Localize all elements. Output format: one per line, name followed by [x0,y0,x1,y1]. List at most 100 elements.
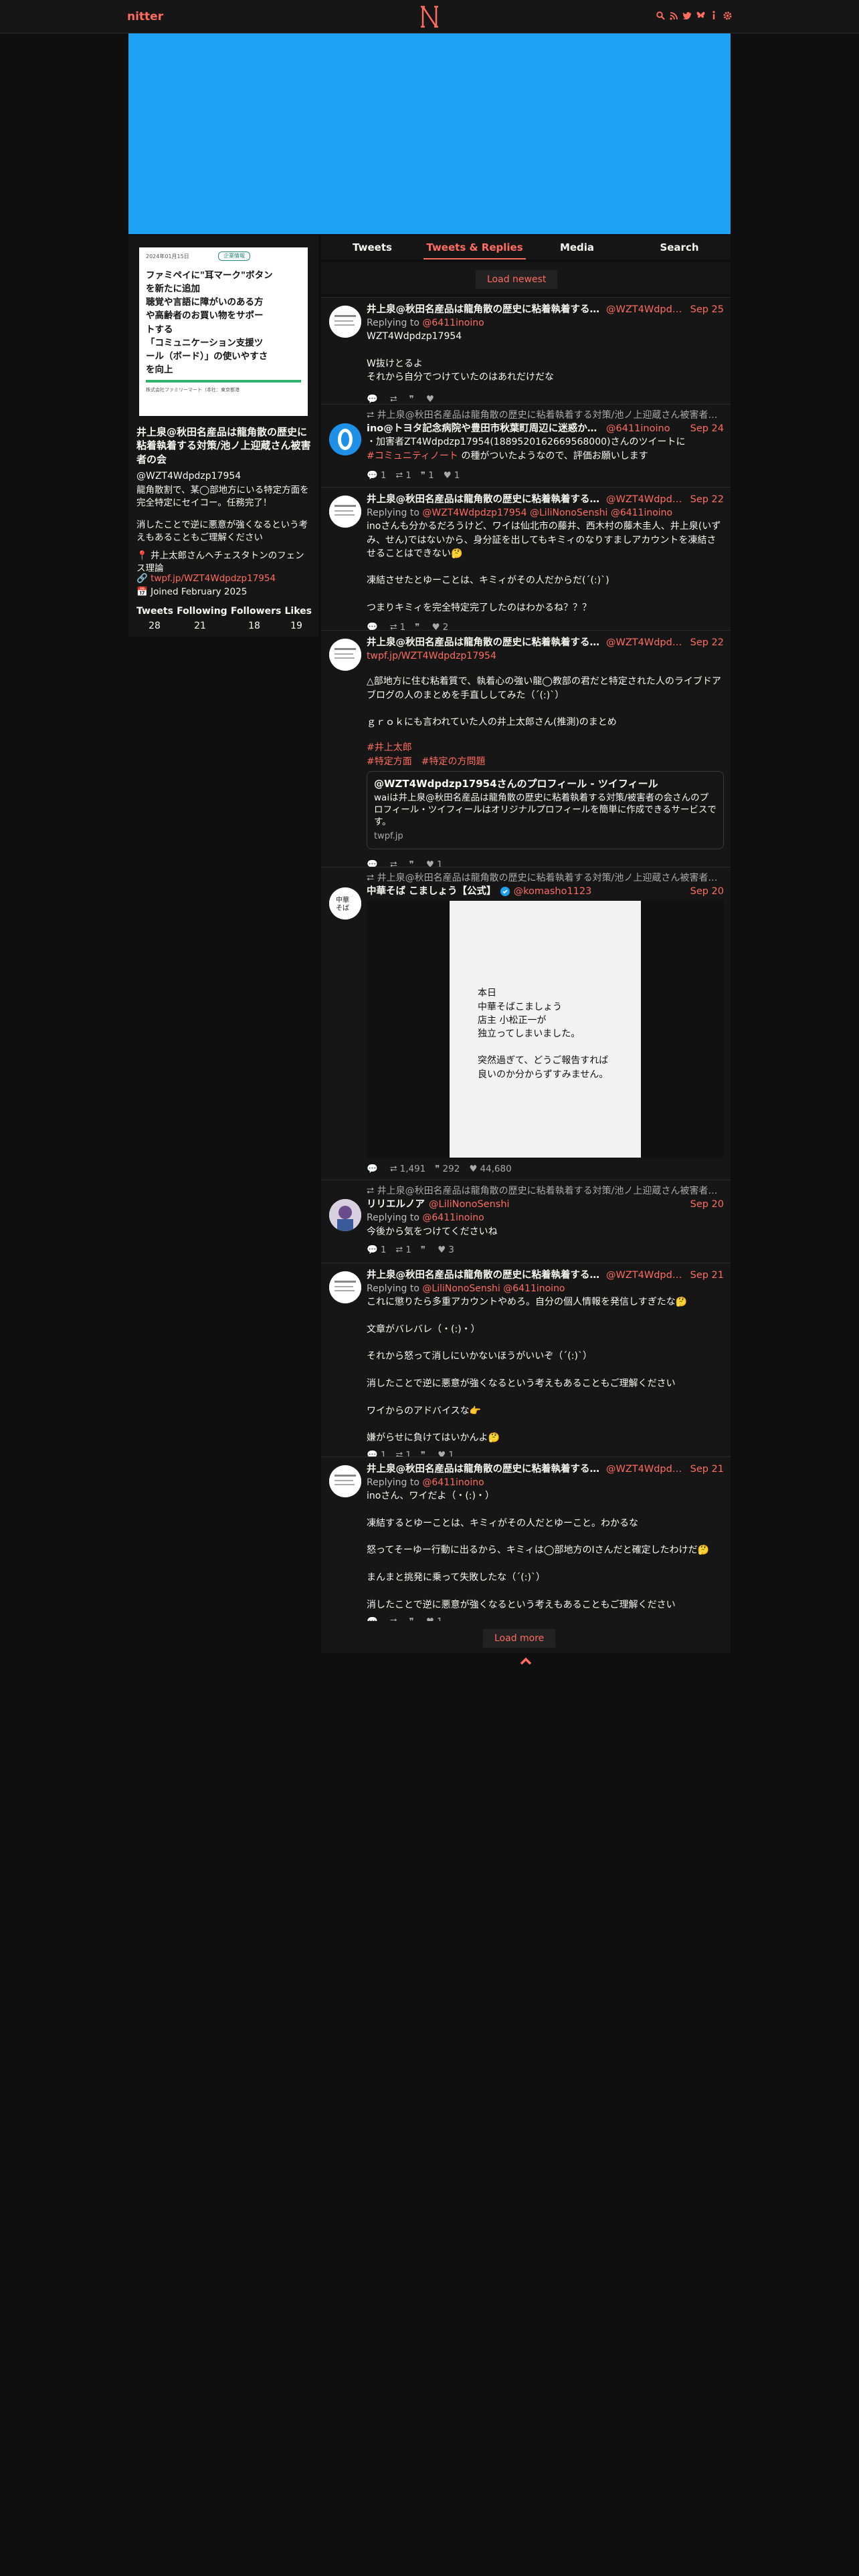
brand-link[interactable]: nitter [127,9,163,25]
tweet-text-tail: の種がついたようなので、評価お願いします [458,450,648,461]
svg-text:中華: 中華 [336,895,349,904]
comment-count: 1 [380,469,387,481]
website-link[interactable]: twpf.jp/WZT4Wdpdzp17954 [151,573,276,584]
replying-link[interactable]: @6411inoino [422,1212,484,1223]
tweet-media[interactable]: 本日 中華そばこましょう 店主 小松正一が 独立ってしまいました。 突然過ぎて、… [367,901,724,1158]
tweet-avatar[interactable] [329,639,361,671]
tweet-fullname[interactable]: 井上泉@秋田名産品は龍角散の歴史に粘着執着する対策/池ノ上迎蔵さん被害者の会 [367,1269,602,1283]
link-card[interactable]: @WZT4Wdpdzp17954さんのプロフィール - ツイフィール waiは井… [367,771,724,850]
retweet-icon[interactable]: ⮂ 1,491 [390,1163,425,1176]
hashtag-link[interactable]: #コミュニティノート [367,451,458,461]
image-line: 突然過ぎて、どうご報告すれば [478,1055,609,1067]
comment-icon[interactable]: 💬 1 [367,469,386,483]
profile-card: 2024年01月15日 企業情報 ファミペイに"耳マーク"ボタン を新たに追加 … [128,235,318,637]
quote-icon[interactable]: ❞ 292 [435,1163,460,1176]
tweet-fullname[interactable]: 井上泉@秋田名産品は龍角散の歴史に粘着執着する対策/池ノ上迎蔵さん被害者の会 [367,1463,602,1477]
retweet-icon[interactable]: ⮂ 1 [395,469,411,483]
stat-value-following[interactable]: 21 [173,619,227,633]
media-image[interactable]: 本日 中華そばこましょう 店主 小松正一が 独立ってしまいました。 突然過ぎて、… [450,901,641,1158]
replying-link[interactable]: @6411inoino [422,1477,484,1488]
hashtag-link[interactable]: #井上太郎 [367,742,412,753]
tweet-username[interactable]: @WZT4Wdpdzp17954 [606,493,686,507]
nitter-logo-icon[interactable] [419,4,440,29]
replying-link[interactable]: @6411inoino [422,318,484,328]
tweet-username[interactable]: @komasho1123 [514,885,592,899]
settings-icon[interactable] [723,9,732,21]
search-icon[interactable] [656,9,665,21]
stat-label-following[interactable]: Following [177,605,227,618]
tweet-avatar[interactable] [329,1465,361,1497]
tweet-username[interactable]: @WZT4Wdpdzp17954 [606,303,686,317]
rss-icon[interactable] [669,9,678,21]
stat-value-followers[interactable]: 18 [227,619,281,633]
back-to-top-icon[interactable] [519,1654,533,1668]
tab-media[interactable]: Media [526,235,628,259]
comment-icon[interactable]: 💬 1 [367,1244,386,1257]
profile-fullname[interactable]: 井上泉@秋田名産品は龍角散の歴史に粘着執着する対策/池ノ上迎蔵さん被害者の会 [136,425,312,466]
tweet-fullname[interactable]: リリエルノア [367,1198,425,1212]
tab-tweets[interactable]: Tweets [321,235,423,259]
tweet-date[interactable]: Sep 25 [686,303,724,317]
twitter-icon[interactable] [682,9,692,21]
timeline-item[interactable]: 中華 そば ⮂ 井上泉@秋田名産品は龍角散の歴史に粘着執着する対策/池ノ上迎蔵さん… [321,867,731,1180]
tweet-date[interactable]: Sep 21 [686,1463,724,1477]
tweet-fullname[interactable]: ino@トヨタ記念病院や豊田市秋葉町周辺に迷惑かけるな [367,422,602,436]
tweet-avatar[interactable] [329,1271,361,1303]
timeline-item[interactable]: ⮂ 井上泉@秋田名産品は龍角散の歴史に粘着執着する対策/池ノ上迎蔵さん被害者の会… [321,1180,731,1263]
tweet-link[interactable]: twpf.jp/WZT4Wdpdzp17954 [367,649,724,663]
tweet-date[interactable]: Sep 22 [686,493,724,507]
bluesky-icon[interactable] [696,9,705,21]
tweet-date[interactable]: Sep 22 [686,636,724,650]
avatar-line: ール（ボード）」の使いやすさ [146,351,268,362]
replying-link[interactable]: @WZT4Wdpdzp17954 @LiliNonoSenshi @6411in… [422,508,672,518]
tweet-fullname[interactable]: 中華そば こましょう【公式】 [367,885,496,899]
tweet-fullname[interactable]: 井上泉@秋田名産品は龍角散の歴史に粘着執着する対策/池ノ上迎蔵さん被害者の会 [367,493,602,507]
load-more-button[interactable]: Load more [483,1629,556,1648]
tweet-avatar[interactable] [329,423,361,455]
tweet-fullname[interactable]: 井上泉@秋田名産品は龍角散の歴史に粘着執着する対策/池ノ上迎蔵さん被害者の会 [367,303,602,317]
quote-icon[interactable]: ❞ 1 [421,469,434,483]
tweet-avatar[interactable]: 中華 そば [329,887,361,920]
retweet-icon[interactable]: ⮂ 1 [395,1244,411,1257]
tweet-date[interactable]: Sep 24 [686,422,724,436]
heart-icon[interactable]: ♥1 [444,469,460,483]
tweet-username[interactable]: @WZT4Wdpdzp17954 [606,1269,686,1283]
avatar-badge: 企業情報 [218,251,250,261]
tweet-avatar[interactable] [329,1199,361,1231]
tweet-username[interactable]: @WZT4Wdpdzp17954 [606,636,686,650]
tab-tweets-replies[interactable]: Tweets & Replies [423,235,526,259]
timeline-item[interactable]: 井上泉@秋田名産品は龍角散の歴史に粘着執着する対策/池ノ上迎蔵さん被害者の会 @… [321,1457,731,1627]
profile-avatar[interactable]: 2024年01月15日 企業情報 ファミペイに"耳マーク"ボタン を新たに追加 … [139,247,308,416]
quote-icon[interactable]: ❞ [421,1244,428,1257]
comment-icon[interactable]: 💬 [367,1163,381,1176]
replying-link[interactable]: @LiliNonoSenshi @6411inoino [422,1283,565,1294]
tweet-fullname[interactable]: 井上泉@秋田名産品は龍角散の歴史に粘着執着する対策/池ノ上迎蔵さん被害者の会 [367,636,602,650]
heart-icon[interactable]: ♥ 44,680 [469,1163,511,1176]
tweet-username[interactable]: @6411inoino [606,422,670,436]
load-newest-button[interactable]: Load newest [476,270,558,290]
profile-banner[interactable] [128,33,731,234]
heart-icon[interactable]: ♥ 3 [438,1244,454,1257]
profile-username[interactable]: @WZT4Wdpdzp17954 [136,469,241,483]
timeline-item[interactable]: 井上泉@秋田名産品は龍角散の歴史に粘着執着する対策/池ノ上迎蔵さん被害者の会 @… [321,1263,731,1461]
stat-label-followers[interactable]: Followers [231,605,282,618]
timeline-item[interactable]: 井上泉@秋田名産品は龍角散の歴史に粘着執着する対策/池ノ上迎蔵さん被害者の会 @… [321,297,731,405]
tweet-username[interactable]: @WZT4Wdpdzp17954 [606,1463,686,1477]
tweet-avatar[interactable] [329,306,361,338]
tweet-stats: 💬 ⮂ 1,491 ❞ 292 ♥ 44,680 [367,1163,724,1176]
tweet-username[interactable]: @LiliNonoSenshi [429,1198,510,1212]
tweet-avatar[interactable] [329,496,361,528]
hashtag-link[interactable]: #特定方面 #特定の方問題 [367,756,485,767]
tweet-date[interactable]: Sep 20 [686,1198,724,1212]
info-icon[interactable] [709,9,719,21]
timeline-item[interactable]: 井上泉@秋田名産品は龍角散の歴史に粘着執着する対策/池ノ上迎蔵さん被害者の会 @… [321,630,731,870]
quote-count: 1 [428,469,434,481]
tweet-date[interactable]: Sep 20 [686,885,724,899]
replying-to: Replying to @6411inoino [367,1476,724,1489]
tab-search[interactable]: Search [628,235,731,259]
timeline-item[interactable]: 井上泉@秋田名産品は龍角散の歴史に粘着執着する対策/池ノ上迎蔵さん被害者の会 @… [321,487,731,633]
location-icon: 📍 [136,550,151,561]
tweet-stats: 💬 1 ⮂ 1 ❞ ♥ 3 [367,1244,724,1257]
tweet-date[interactable]: Sep 21 [686,1269,724,1283]
timeline-item[interactable]: ⮂ 井上泉@秋田名産品は龍角散の歴史に粘着執着する対策/池ノ上迎蔵さん被害者の会… [321,404,731,487]
